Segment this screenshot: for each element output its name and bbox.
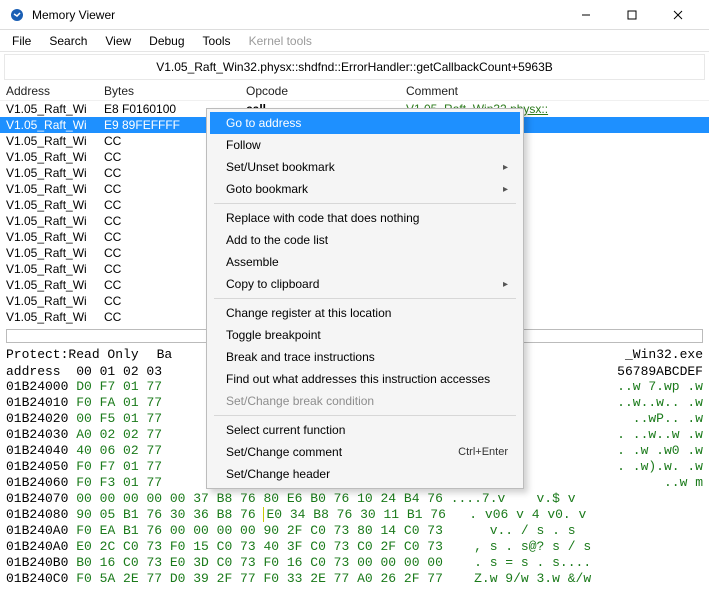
context-item[interactable]: Set/Change header [210, 463, 520, 485]
context-shortcut: Ctrl+Enter [458, 446, 508, 458]
column-comment[interactable]: Comment [406, 84, 703, 98]
disasm-address: V1.05_Raft_Wi [6, 310, 104, 324]
menu-kernel-tools[interactable]: Kernel tools [241, 32, 320, 50]
context-item[interactable]: Follow [210, 134, 520, 156]
context-separator [214, 203, 516, 204]
hex-row[interactable]: 01B240B0 B0 16 C0 73 E0 3D C0 73 F0 16 C… [6, 555, 703, 571]
module-name: _Win32.exe [625, 347, 703, 362]
disasm-address: V1.05_Raft_Wi [6, 278, 104, 292]
disasm-address: V1.05_Raft_Wi [6, 102, 104, 116]
disasm-address: V1.05_Raft_Wi [6, 150, 104, 164]
location-text: V1.05_Raft_Win32.physx::shdfnd::ErrorHan… [156, 60, 553, 74]
context-item[interactable]: Break and trace instructions [210, 346, 520, 368]
context-item-label: Follow [226, 138, 261, 152]
chevron-right-icon: ▸ [503, 279, 508, 290]
context-item[interactable]: Set/Change comment Ctrl+Enter [210, 441, 520, 463]
context-item[interactable]: Go to address [210, 112, 520, 134]
context-item[interactable]: Find out what addresses this instruction… [210, 368, 520, 390]
column-bytes[interactable]: Bytes [104, 84, 246, 98]
column-address[interactable]: Address [6, 84, 104, 98]
context-item-label: Goto bookmark [226, 182, 308, 196]
context-item-label: Replace with code that does nothing [226, 211, 419, 225]
context-item-label: Copy to clipboard [226, 277, 319, 291]
context-item[interactable]: Set/Unset bookmark ▸ [210, 156, 520, 178]
hex-row[interactable]: 01B240C0 F0 5A 2E 77 D0 39 2F 77 F0 33 2… [6, 571, 703, 587]
protect-label: Protect:Read Only [6, 347, 139, 362]
menubar: File Search View Debug Tools Kernel tool… [0, 30, 709, 52]
menu-debug[interactable]: Debug [141, 32, 192, 50]
close-button[interactable] [655, 0, 701, 30]
chevron-right-icon: ▸ [503, 162, 508, 173]
context-separator [214, 415, 516, 416]
context-item-label: Go to address [226, 116, 301, 130]
base-label: Ba [157, 347, 173, 362]
context-menu[interactable]: Go to addressFollowSet/Unset bookmark▸Go… [206, 108, 524, 489]
context-item-label: Set/Change header [226, 467, 330, 481]
context-item-label: Break and trace instructions [226, 350, 375, 364]
disasm-header: Address Bytes Opcode Comment [0, 82, 709, 101]
disasm-address: V1.05_Raft_Wi [6, 262, 104, 276]
hex-row[interactable]: 01B240A0 E0 2C C0 73 F0 15 C0 73 40 3F C… [6, 539, 703, 555]
disasm-address: V1.05_Raft_Wi [6, 214, 104, 228]
window-title: Memory Viewer [32, 8, 115, 22]
hex-row[interactable]: 01B24080 90 05 B1 76 30 36 B8 76 E0 34 B… [6, 507, 703, 523]
context-item-label: Set/Change break condition [226, 394, 374, 408]
window-titlebar: Memory Viewer [0, 0, 709, 30]
disasm-address: V1.05_Raft_Wi [6, 134, 104, 148]
context-item-label: Find out what addresses this instruction… [226, 372, 490, 386]
disasm-address: V1.05_Raft_Wi [6, 294, 104, 308]
context-item[interactable]: Toggle breakpoint [210, 324, 520, 346]
context-item-label: Change register at this location [226, 306, 391, 320]
chevron-right-icon: ▸ [503, 184, 508, 195]
context-item[interactable]: Change register at this location [210, 302, 520, 324]
location-bar[interactable]: V1.05_Raft_Win32.physx::shdfnd::ErrorHan… [4, 54, 705, 80]
context-item-label: Set/Unset bookmark [226, 160, 335, 174]
menu-search[interactable]: Search [41, 32, 95, 50]
context-separator [214, 298, 516, 299]
hex-row[interactable]: 01B24070 00 00 00 00 00 37 B8 76 80 E6 B… [6, 491, 703, 507]
context-item-label: Add to the code list [226, 233, 328, 247]
menu-file[interactable]: File [4, 32, 39, 50]
menu-view[interactable]: View [97, 32, 139, 50]
disasm-address: V1.05_Raft_Wi [6, 182, 104, 196]
context-item-label: Assemble [226, 255, 279, 269]
app-icon [8, 6, 26, 24]
context-item[interactable]: Add to the code list [210, 229, 520, 251]
disasm-address: V1.05_Raft_Wi [6, 246, 104, 260]
context-item[interactable]: Assemble [210, 251, 520, 273]
context-item-label: Select current function [226, 423, 345, 437]
context-item-label: Set/Change comment [226, 445, 342, 459]
disasm-address: V1.05_Raft_Wi [6, 166, 104, 180]
context-item: Set/Change break condition [210, 390, 520, 412]
context-item-label: Toggle breakpoint [226, 328, 321, 342]
disasm-address: V1.05_Raft_Wi [6, 118, 104, 132]
disasm-address: V1.05_Raft_Wi [6, 198, 104, 212]
minimize-button[interactable] [563, 0, 609, 30]
menu-tools[interactable]: Tools [195, 32, 239, 50]
column-opcode[interactable]: Opcode [246, 84, 406, 98]
disasm-address: V1.05_Raft_Wi [6, 230, 104, 244]
context-item[interactable]: Copy to clipboard ▸ [210, 273, 520, 295]
context-item[interactable]: Goto bookmark ▸ [210, 178, 520, 200]
context-item[interactable]: Replace with code that does nothing [210, 207, 520, 229]
maximize-button[interactable] [609, 0, 655, 30]
context-item[interactable]: Select current function [210, 419, 520, 441]
hex-row[interactable]: 01B240A0 F0 EA B1 76 00 00 00 00 90 2F C… [6, 523, 703, 539]
